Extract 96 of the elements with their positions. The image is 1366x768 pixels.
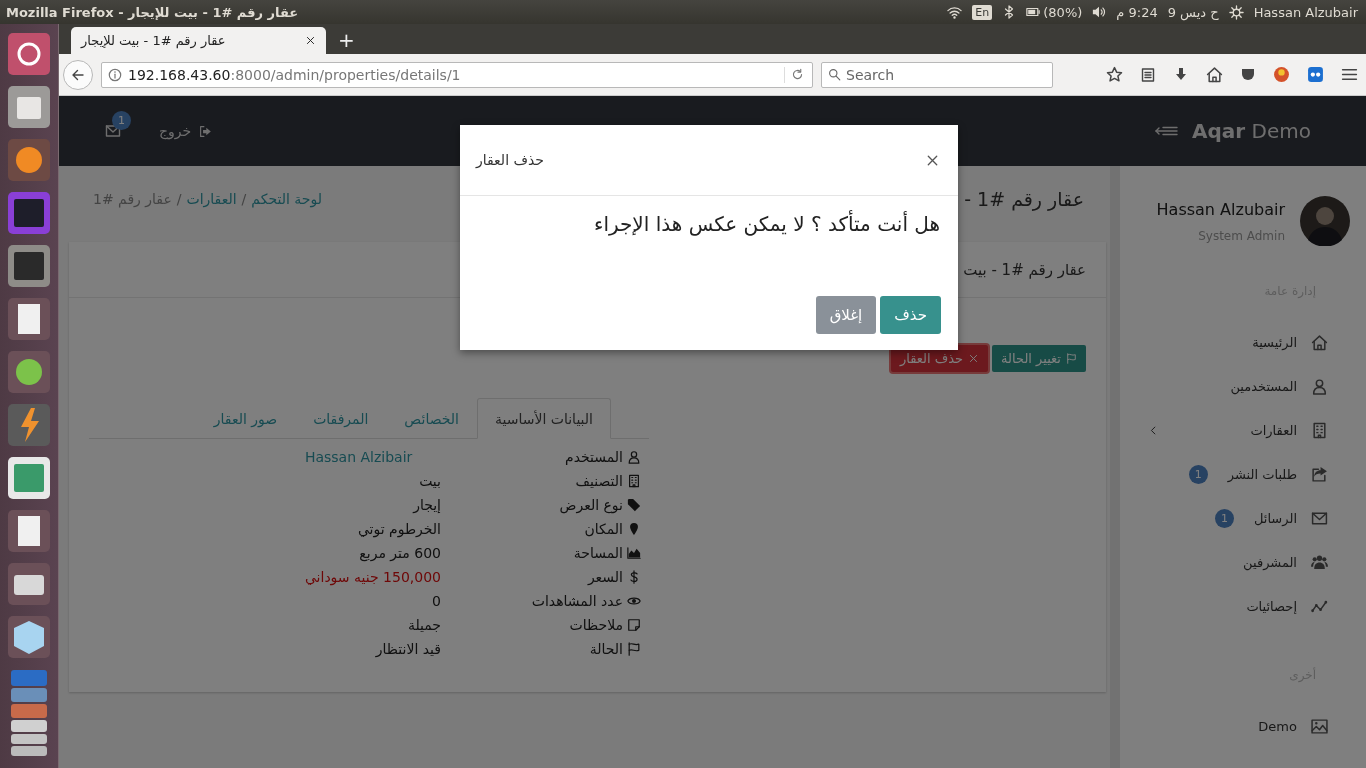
- window-title: Mozilla Firefox - عقار رقم #1 - بيت للإيجار: [6, 4, 299, 20]
- home-icon[interactable]: [1206, 66, 1223, 83]
- envelope-icon: [1311, 509, 1328, 527]
- search-field[interactable]: Search: [821, 61, 1053, 88]
- url-field[interactable]: 192.168.43.60:8000/admin/properties/details/1: [101, 61, 813, 88]
- breadcrumb-link[interactable]: العقارات: [186, 191, 237, 207]
- field-value: 600 متر مربع: [358, 544, 441, 563]
- nav-item[interactable]: المستخدمين: [1120, 364, 1366, 408]
- nav-item[interactable]: العقارات: [1120, 408, 1366, 452]
- breadcrumb-separator: /: [176, 191, 182, 207]
- field-value[interactable]: Hassan Alzibair: [304, 447, 441, 467]
- field-value: 150,000 جنيه سوداني: [304, 568, 441, 587]
- clock-date: ح ديس 9: [1167, 4, 1219, 20]
- nav-item[interactable]: الرئيسية: [1120, 320, 1366, 364]
- eye-icon: [627, 594, 641, 608]
- dialog-message: هل أنت متأكد ؟ لا يمكن عكس هذا الإجراء: [593, 212, 940, 236]
- field-value: 0: [431, 592, 441, 611]
- tab[interactable]: الخصائص: [386, 398, 477, 439]
- flag-icon: [1066, 353, 1077, 364]
- close-icon: [968, 353, 980, 364]
- cube-icon[interactable]: [7, 615, 51, 659]
- field-label: المستخدم: [564, 449, 623, 465]
- pocket-icon[interactable]: [1240, 66, 1256, 83]
- users-icon: [1311, 553, 1328, 571]
- envelope-icon[interactable]: [105, 123, 121, 139]
- building-icon: [627, 474, 641, 488]
- field-value: قيد الانتظار: [374, 640, 441, 659]
- page-title: عقار رقم #1 -: [964, 188, 1084, 210]
- nav-item[interactable]: المشرفين: [1120, 540, 1366, 584]
- tab-title: عقار رقم #1 - بيت للإيجار: [81, 33, 226, 48]
- lightning-icon[interactable]: [7, 403, 51, 447]
- field-value: جميلة: [406, 616, 441, 635]
- count-badge: 1: [1188, 464, 1208, 484]
- breadcrumb-separator: /: [241, 191, 247, 207]
- image-icon: [1311, 717, 1328, 735]
- delete-button[interactable]: حذف: [880, 296, 941, 334]
- status-button[interactable]: تغيير الحالة: [992, 345, 1086, 372]
- tag-icon: [627, 498, 641, 512]
- avatar: [1300, 196, 1350, 246]
- share-icon: [1311, 465, 1328, 483]
- new-tab-button[interactable]: +: [332, 30, 361, 54]
- field-value: الخرطوم توتي: [356, 520, 441, 539]
- field-label: المكان: [584, 521, 623, 537]
- battery-icon: [1026, 5, 1041, 19]
- info-icon: [108, 67, 122, 82]
- nav-item[interactable]: إحصائيات: [1120, 584, 1366, 628]
- close-icon[interactable]: [305, 35, 316, 46]
- drawer-icon[interactable]: [7, 85, 51, 129]
- tab[interactable]: المرفقات: [295, 398, 387, 439]
- search-icon: [828, 67, 841, 81]
- field-label: عدد المشاهدات: [531, 593, 623, 609]
- building-icon: [1311, 421, 1328, 439]
- field-label: ملاحظات: [569, 617, 623, 633]
- area-chart-icon: [627, 546, 641, 560]
- user-name: Hassan Alzubair: [1156, 199, 1285, 219]
- field-label: الحالة: [589, 641, 623, 657]
- battery-level: (80%): [1043, 4, 1083, 20]
- sign-out-icon: [199, 124, 213, 138]
- tab[interactable]: البيانات الأساسية: [477, 398, 611, 439]
- star-icon[interactable]: [1106, 66, 1123, 83]
- wifi-icon: [947, 4, 963, 20]
- close-button[interactable]: إغلاق: [815, 296, 877, 334]
- circle-logo-icon[interactable]: [7, 32, 51, 76]
- user-icon: [627, 450, 641, 464]
- logo-text[interactable]: Aqar Demo: [1192, 119, 1311, 143]
- home-icon: [1311, 333, 1328, 351]
- extension-icon[interactable]: [1273, 66, 1290, 83]
- notification-badge: 1: [112, 111, 131, 130]
- user-name[interactable]: Hassan Alzubair: [1253, 4, 1358, 20]
- reload-icon[interactable]: [791, 68, 804, 81]
- reading-list-icon[interactable]: [1140, 66, 1156, 83]
- field-label: التصنيف: [575, 473, 623, 489]
- breadcrumb-link[interactable]: لوحة التحكم: [251, 191, 322, 207]
- dialog-title: حذف العقار: [476, 152, 544, 168]
- flag-icon: [627, 642, 641, 656]
- settings-icon[interactable]: [1228, 4, 1244, 20]
- count-badge: 1: [1214, 508, 1234, 528]
- field-label: المساحة: [573, 545, 623, 561]
- field-label: السعر: [587, 569, 623, 585]
- map-pin-icon: [627, 522, 641, 536]
- keyboard-layout[interactable]: En: [972, 4, 993, 20]
- panel-heading: عقار رقم #1 - بيت: [963, 260, 1086, 279]
- back-button[interactable]: [63, 59, 93, 90]
- note-icon: [627, 618, 641, 632]
- browser-tab[interactable]: عقار رقم #1 - بيت للإيجار: [71, 27, 326, 54]
- volume-icon: [1092, 5, 1107, 19]
- field-value: بيت: [418, 472, 441, 491]
- user-icon: [1311, 377, 1328, 395]
- field-value: إيجار: [411, 496, 441, 515]
- menu-icon[interactable]: [1341, 66, 1358, 83]
- extension-icon[interactable]: [1307, 66, 1324, 83]
- logout-link[interactable]: خروج: [159, 123, 213, 139]
- nav-item[interactable]: Demo: [1120, 704, 1366, 748]
- tab[interactable]: صور العقار: [195, 398, 296, 439]
- clock-time: 9:24 م: [1116, 4, 1158, 20]
- field-label: نوع العرض: [559, 497, 623, 513]
